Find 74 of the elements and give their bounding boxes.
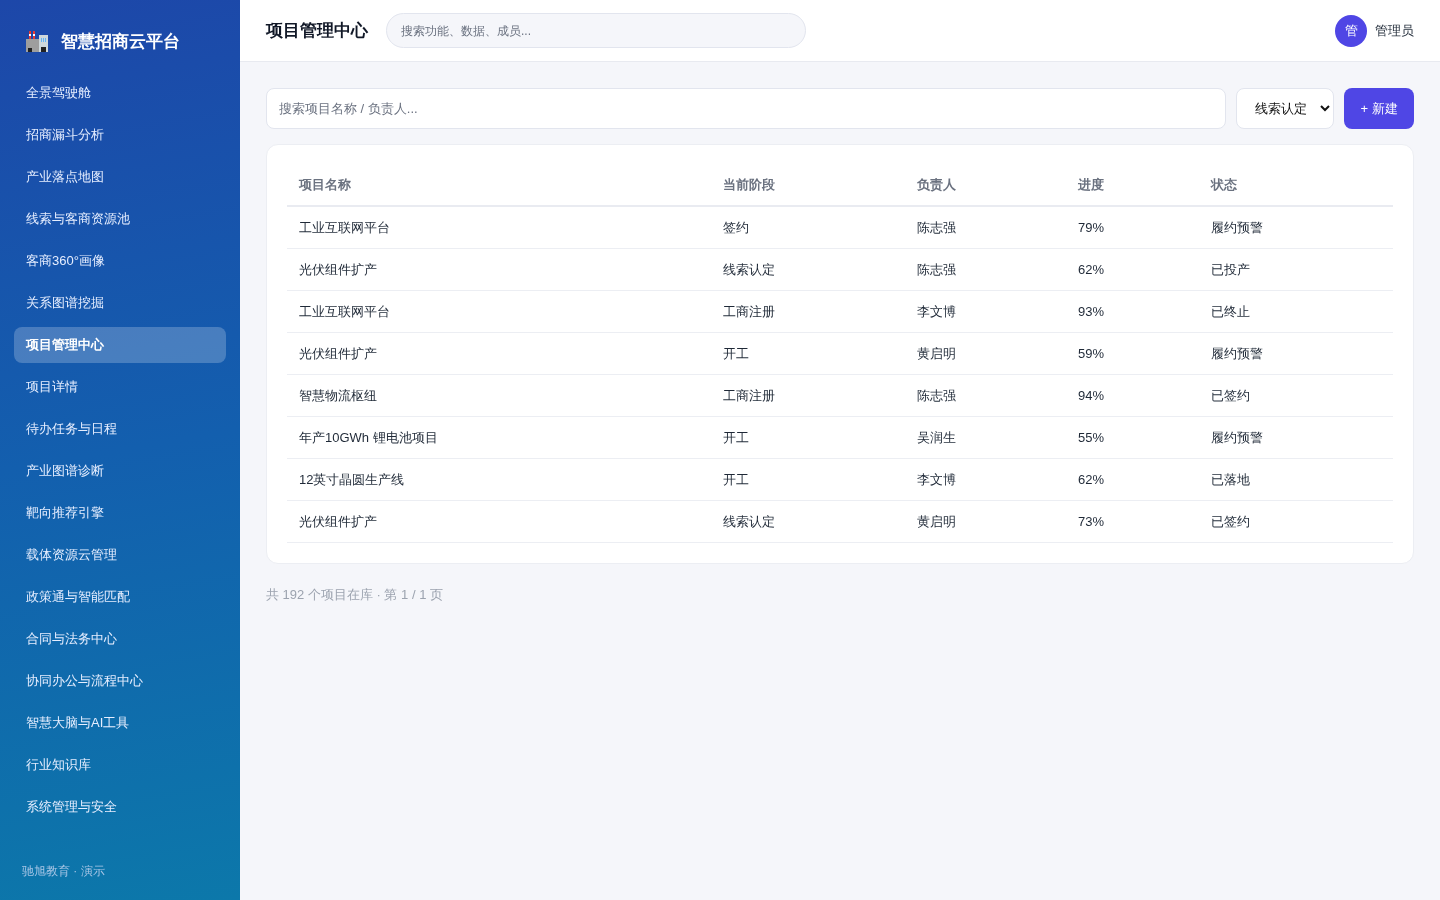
user-avatar[interactable]: 管: [1335, 14, 1367, 47]
table-cell: 履约预警: [1211, 345, 1263, 361]
table-cell: 光伏组件扩产: [299, 261, 377, 277]
table-cell: 光伏组件扩产: [299, 345, 377, 361]
table-cell: 93%: [1078, 304, 1105, 319]
nav-item[interactable]: 招商漏斗分析: [14, 117, 226, 153]
page-title: 项目管理中心: [266, 20, 368, 42]
table-cell: 已终止: [1211, 303, 1250, 319]
table-cell: 线索认定: [723, 513, 775, 529]
nav-item[interactable]: 智慧大脑与AI工具: [14, 705, 226, 741]
table-cell: 黄启明: [917, 345, 956, 361]
column-header: 状态: [1211, 177, 1237, 192]
table-cell: 73%: [1078, 514, 1105, 529]
table-cell: 79%: [1078, 220, 1105, 235]
table-cell: 智慧物流枢纽: [299, 387, 377, 403]
nav-item[interactable]: 待办任务与日程: [14, 411, 226, 447]
table-cell: 开工: [723, 429, 749, 445]
nav-item[interactable]: 项目详情: [14, 369, 226, 405]
table-cell: 陈志强: [917, 219, 956, 235]
table-cell: 12英寸晶圆生产线: [299, 471, 405, 487]
factory-icon: [26, 30, 48, 52]
table-cell: 黄启明: [917, 513, 956, 529]
nav-item[interactable]: 关系图谱挖掘: [14, 285, 226, 321]
nav-item[interactable]: 载体资源云管理: [14, 537, 226, 573]
stage-select[interactable]: 线索认定: [1236, 88, 1334, 129]
table-cell: 开工: [723, 471, 749, 487]
nav-item[interactable]: 线索与客商资源池: [14, 201, 226, 237]
table-cell: 李文博: [917, 471, 956, 487]
table-cell: 55%: [1078, 430, 1105, 445]
table-cell: 已落地: [1211, 471, 1250, 487]
table-cell: 光伏组件扩产: [299, 513, 377, 529]
table-cell: 李文博: [917, 303, 956, 319]
column-header: 当前阶段: [723, 177, 775, 192]
user-name[interactable]: 管理员: [1375, 21, 1414, 40]
table-cell: 工商注册: [723, 303, 775, 319]
column-header: 进度: [1078, 177, 1104, 192]
column-header: 项目名称: [299, 177, 351, 192]
table-cell: 94%: [1078, 388, 1105, 403]
table-cell: 吴润生: [917, 429, 956, 445]
nav-item[interactable]: 全景驾驶舱: [14, 75, 226, 111]
table-cell: 已投产: [1211, 261, 1250, 277]
table-cell: 陈志强: [917, 387, 956, 403]
new-button[interactable]: + 新建: [1344, 88, 1414, 129]
table-cell: 工商注册: [723, 387, 775, 403]
nav-item[interactable]: 项目管理中心: [14, 327, 226, 363]
nav-item[interactable]: 政策通与智能匹配: [14, 579, 226, 615]
table-cell: 履约预警: [1211, 429, 1263, 445]
table-cell: 工业互联网平台: [299, 303, 390, 319]
nav-item[interactable]: 靶向推荐引擎: [14, 495, 226, 531]
project-search-field[interactable]: 搜索项目名称 / 负责人...: [266, 88, 1226, 129]
table-cell: 62%: [1078, 472, 1105, 487]
table-cell: 履约预警: [1211, 219, 1263, 235]
nav-item[interactable]: 产业图谱诊断: [14, 453, 226, 489]
table-cell: 62%: [1078, 262, 1105, 277]
table-cell: 陈志强: [917, 261, 956, 277]
sidebar-footer: 驰旭教育 · 演示: [0, 863, 240, 900]
table-cell: 已签约: [1211, 387, 1250, 403]
summary-text: 共 192 个项目在库 · 第 1 / 1 页: [266, 586, 444, 604]
nav-item[interactable]: 客商360°画像: [14, 243, 226, 279]
table-cell: 开工: [723, 345, 749, 361]
table-cell: 年产10GWh 锂电池项目: [299, 429, 438, 445]
nav-item[interactable]: 系统管理与安全: [14, 789, 226, 825]
nav-item[interactable]: 行业知识库: [14, 747, 226, 783]
table-cell: 已签约: [1211, 513, 1250, 529]
nav-item[interactable]: 合同与法务中心: [14, 621, 226, 657]
nav-item[interactable]: 协同办公与流程中心: [14, 663, 226, 699]
table-cell: 工业互联网平台: [299, 219, 390, 235]
table-cell: 59%: [1078, 346, 1105, 361]
column-header: 负责人: [917, 177, 956, 192]
nav-item[interactable]: 产业落点地图: [14, 159, 226, 195]
table-cell: 线索认定: [723, 261, 775, 277]
table-cell: 签约: [723, 219, 749, 235]
brand-name: 智慧招商云平台: [61, 30, 180, 53]
search-field[interactable]: 搜索功能、数据、成员...: [386, 13, 806, 48]
